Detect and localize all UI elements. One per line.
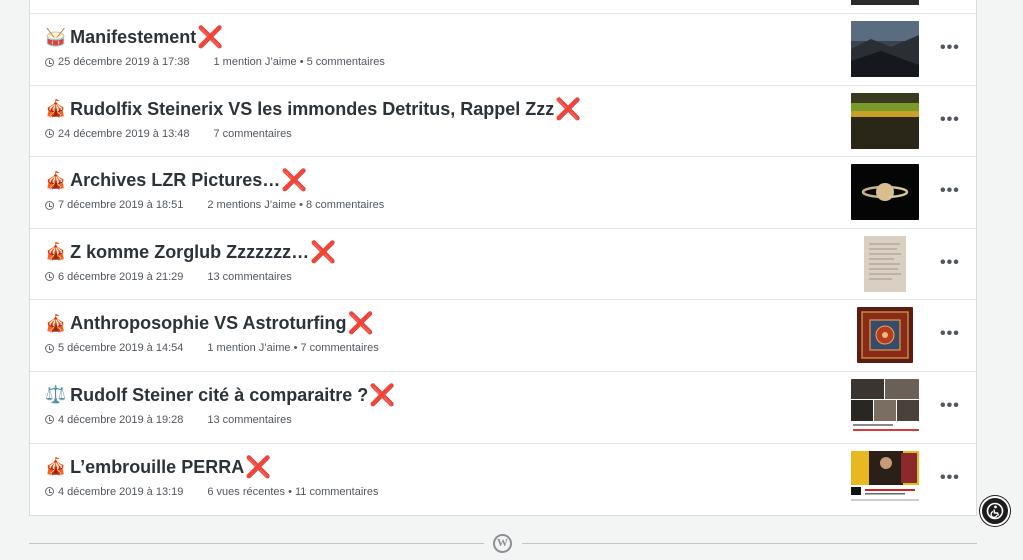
drum-icon: 🥁 xyxy=(45,27,67,47)
post-title[interactable]: ⚖️ Rudolf Steiner cité à comparaitre ? ❌ xyxy=(45,385,395,406)
post-meta: 6 décembre 2019 à 21:29 13 commentaires xyxy=(45,271,292,283)
post-stats: 7 commentaires xyxy=(213,127,292,140)
post-row-partial xyxy=(30,0,976,14)
post-date: 24 décembre 2019 à 13:48 xyxy=(58,127,190,140)
post-title[interactable]: 🎪 Archives LZR Pictures… ❌ xyxy=(45,170,307,191)
post-stats: 13 commentaires xyxy=(207,270,292,283)
more-options-button[interactable]: ••• xyxy=(940,40,960,56)
circus-tent-icon: 🎪 xyxy=(45,99,67,119)
post-thumbnail[interactable] xyxy=(851,164,919,221)
post-meta: 4 décembre 2019 à 19:28 13 commentaires xyxy=(45,414,292,426)
clock-icon xyxy=(45,343,54,353)
post-thumbnail-partial[interactable] xyxy=(851,0,919,5)
post-meta: 25 décembre 2019 à 17:38 1 mention J’aim… xyxy=(45,56,385,68)
post-title[interactable]: 🎪 Anthroposophie VS Astroturfing ❌ xyxy=(45,313,374,334)
circus-tent-icon: 🎪 xyxy=(45,313,67,333)
clock-icon xyxy=(45,272,54,282)
clock-icon xyxy=(45,129,54,139)
post-thumbnail[interactable] xyxy=(851,450,919,507)
circus-tent-icon: 🎪 xyxy=(45,170,67,190)
post-meta: 7 décembre 2019 à 18:51 2 mentions J’aim… xyxy=(45,199,384,211)
post-date: 5 décembre 2019 à 14:54 xyxy=(58,342,184,355)
post-row[interactable]: 🎪 Archives LZR Pictures… ❌ 7 décembre 20… xyxy=(30,157,976,229)
accessibility-button[interactable] xyxy=(980,496,1010,526)
post-date: 25 décembre 2019 à 17:38 xyxy=(58,56,190,68)
more-options-button[interactable]: ••• xyxy=(940,469,960,486)
cross-mark-icon: ❌ xyxy=(245,455,272,479)
post-date: 4 décembre 2019 à 19:28 xyxy=(58,413,184,426)
cross-mark-icon: ❌ xyxy=(369,383,396,407)
post-stats: 1 mention J’aime • 5 commentaires xyxy=(213,56,385,68)
more-options-button[interactable]: ••• xyxy=(940,326,960,342)
post-meta: 24 décembre 2019 à 13:48 7 commentaires xyxy=(45,128,292,140)
post-title-text[interactable]: L’embrouille PERRA xyxy=(70,457,244,478)
clock-icon xyxy=(45,200,54,210)
post-title[interactable]: 🎪 Z komme Zorglub Zzzzzzz… ❌ xyxy=(45,242,336,263)
post-row[interactable]: 🎪 Anthroposophie VS Astroturfing ❌ 5 déc… xyxy=(30,300,976,372)
post-stats: 2 mentions J’aime • 8 commentaires xyxy=(207,199,385,212)
more-options-button[interactable]: ••• xyxy=(940,111,960,128)
cross-mark-icon: ❌ xyxy=(197,26,224,49)
cross-mark-icon: ❌ xyxy=(347,312,374,336)
post-row[interactable]: 🎪 Rudolfix Steinerix VS les immondes Det… xyxy=(30,86,976,158)
post-title-text[interactable]: Anthroposophie VS Astroturfing xyxy=(70,313,346,334)
clock-icon xyxy=(45,415,54,425)
post-row[interactable]: 🎪 L’embrouille PERRA ❌ 4 décembre 2019 à… xyxy=(30,444,976,516)
post-title-text[interactable]: Archives LZR Pictures… xyxy=(70,170,280,191)
accessibility-icon xyxy=(986,502,1004,520)
post-thumbnail[interactable] xyxy=(851,92,919,149)
post-title-text[interactable]: Manifestement xyxy=(70,27,196,48)
post-date: 7 décembre 2019 à 18:51 xyxy=(58,199,184,212)
post-meta: 5 décembre 2019 à 14:54 1 mention J’aime… xyxy=(45,342,379,354)
more-options-button[interactable]: ••• xyxy=(940,397,960,414)
more-options-button[interactable]: ••• xyxy=(940,254,960,271)
more-options-button[interactable]: ••• xyxy=(940,183,960,199)
post-title[interactable]: 🥁 Manifestement ❌ xyxy=(45,27,223,48)
post-row[interactable]: ⚖️ Rudolf Steiner cité à comparaitre ? ❌… xyxy=(30,372,976,444)
post-title[interactable]: 🎪 L’embrouille PERRA ❌ xyxy=(45,457,271,478)
circus-tent-icon: 🎪 xyxy=(45,457,67,477)
cross-mark-icon: ❌ xyxy=(281,169,308,193)
post-stats: 13 commentaires xyxy=(207,413,292,426)
cross-mark-icon: ❌ xyxy=(555,97,582,121)
post-thumbnail[interactable] xyxy=(857,307,913,364)
post-title[interactable]: 🎪 Rudolfix Steinerix VS les immondes Det… xyxy=(45,99,581,120)
balance-scale-icon: ⚖️ xyxy=(45,385,67,405)
post-title-text[interactable]: Z komme Zorglub Zzzzzzz… xyxy=(70,242,309,263)
post-date: 4 décembre 2019 à 13:19 xyxy=(58,485,184,498)
post-row[interactable]: 🎪 Z komme Zorglub Zzzzzzz… ❌ 6 décembre … xyxy=(30,229,976,301)
post-row[interactable]: 🥁 Manifestement ❌ 25 décembre 2019 à 17:… xyxy=(30,14,976,86)
clock-icon xyxy=(45,57,54,67)
post-stats: 6 vues récentes • 11 commentaires xyxy=(207,485,379,498)
footer-divider-right xyxy=(522,543,977,544)
post-thumbnail[interactable] xyxy=(864,235,906,292)
cross-mark-icon: ❌ xyxy=(310,240,337,264)
footer-divider-left xyxy=(29,543,484,544)
post-date: 6 décembre 2019 à 21:29 xyxy=(58,270,184,283)
post-meta: 4 décembre 2019 à 13:19 6 vues récentes … xyxy=(45,486,379,498)
post-list: 🥁 Manifestement ❌ 25 décembre 2019 à 17:… xyxy=(29,0,977,517)
post-stats: 1 mention J’aime • 7 commentaires xyxy=(207,342,379,355)
circus-tent-icon: 🎪 xyxy=(45,242,67,262)
wordpress-logo-icon[interactable]: W xyxy=(493,534,512,553)
post-title-text[interactable]: Rudolf Steiner cité à comparaitre ? xyxy=(70,385,368,406)
post-thumbnail[interactable] xyxy=(851,21,919,77)
post-thumbnail[interactable] xyxy=(851,378,919,435)
post-title-text[interactable]: Rudolfix Steinerix VS les immondes Detri… xyxy=(70,99,554,120)
clock-icon xyxy=(45,487,54,497)
